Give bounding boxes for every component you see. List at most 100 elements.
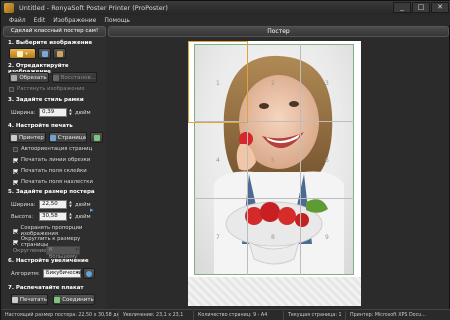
stretch-checkbox[interactable]: Растянуть изображение <box>9 86 85 92</box>
tile-number[interactable]: 4 <box>216 157 220 164</box>
section-print-title: 7. Распечатайте плакат <box>8 285 84 291</box>
page-setup-button[interactable]: Страница <box>49 132 87 143</box>
step-down-icon[interactable]: ▼ <box>68 204 73 208</box>
status-current-page: Текущая страница: 1 <box>284 310 346 320</box>
open-image-button[interactable]: ▾ <box>9 48 36 59</box>
link-arrow-icon[interactable]: ▸ <box>90 206 94 214</box>
stretch-checkbox-label: Растянуть изображение <box>17 86 85 92</box>
cut-lines-label: Печатать линии обрезки <box>21 157 91 163</box>
section-print-setup-title: 4. Настройте печать <box>8 123 73 129</box>
printer-button[interactable]: Принтер <box>9 132 46 143</box>
paste-button[interactable] <box>53 48 66 59</box>
section-poster-size-title: 5. Задайте размер постера <box>8 189 95 195</box>
menu-bar: Файл Edit Изображение Помощь <box>1 15 450 25</box>
cut-lines-checkbox[interactable]: Печатать линии обрезки <box>13 157 90 163</box>
algorithm-label: Алгоритм: <box>11 271 40 277</box>
unused-paper-area <box>188 277 361 306</box>
glue-margins-label: Печатать поля склейки <box>21 168 87 174</box>
join-button[interactable]: Соединить <box>53 294 95 305</box>
page-icon <box>50 134 56 141</box>
gallery-button[interactable] <box>38 48 51 59</box>
poster-height-label: Высота: <box>11 214 34 220</box>
tile-number[interactable]: 3 <box>325 80 329 87</box>
status-zoom: Увеличение: 23,1 x 23,1 <box>119 310 194 320</box>
section-select-image-title: 1. Выберите изображение <box>8 40 93 46</box>
join-label: Соединить <box>62 296 94 303</box>
glue-margins-box[interactable] <box>13 168 18 174</box>
tile-number[interactable]: 5 <box>271 157 275 164</box>
step-down-icon[interactable]: ▼ <box>68 112 73 116</box>
stretch-checkbox-box[interactable] <box>9 86 14 92</box>
poster-height-input[interactable]: 30,58 <box>39 212 67 221</box>
poster-panel: Постер 1 2 3 4 5 6 7 8 9 <box>108 26 449 309</box>
poster-width-stepper[interactable]: ▲ ▼ <box>68 200 73 209</box>
section-frame-title: 3. Задайте стиль рамки <box>8 97 84 103</box>
tile-number[interactable]: 2 <box>271 80 275 87</box>
overlap-margins-checkbox[interactable]: Печатать поля нахлестки <box>13 179 93 185</box>
rounding-select[interactable]: К большему <box>46 246 80 260</box>
cut-lines-box[interactable] <box>13 157 18 163</box>
slogan-banner: Сделай классный постер сам! <box>3 26 106 37</box>
printer-icon <box>11 134 18 141</box>
tile-number[interactable]: 1 <box>216 80 220 87</box>
tile-number[interactable]: 6 <box>325 157 329 164</box>
tile-number[interactable]: 8 <box>271 234 275 241</box>
round-to-page-box[interactable] <box>13 239 18 245</box>
print-button[interactable]: Печатать <box>11 294 48 305</box>
algorithm-select[interactable]: Бикубический <box>43 269 86 278</box>
menu-help[interactable]: Помощь <box>104 17 130 24</box>
frame-width-input[interactable]: 0,39 <box>39 108 67 117</box>
join-icon <box>54 296 61 303</box>
print-settings-button[interactable] <box>90 132 103 143</box>
magnifier-icon <box>86 270 92 277</box>
clipboard-icon <box>56 50 63 57</box>
printer-label: Принтер <box>19 134 44 141</box>
auto-orientation-box[interactable] <box>13 146 18 152</box>
restore-label: Восстанов... <box>60 74 96 81</box>
print-label: Печатать <box>19 296 47 303</box>
frame-unit-label: дюйм <box>75 110 91 116</box>
overlap-margins-box[interactable] <box>13 179 18 185</box>
restore-button[interactable]: Восстанов... <box>52 72 97 83</box>
picture-icon <box>41 50 48 57</box>
crop-button[interactable]: Обрезать <box>9 72 49 83</box>
auto-orientation-checkbox[interactable]: Автоориентация страниц <box>13 146 92 152</box>
main-window: Untitled - RonyaSoft Poster Printer (Pro… <box>0 0 450 320</box>
minimize-button[interactable]: _ <box>393 2 411 13</box>
cut-line-horizontal <box>194 198 354 199</box>
tile-number[interactable]: 7 <box>216 234 220 241</box>
page-setup-label: Страница <box>57 134 86 141</box>
poster-panel-title: Постер <box>108 26 449 37</box>
window-title: Untitled - RonyaSoft Poster Printer (Pro… <box>19 4 168 12</box>
printer-icon <box>12 296 18 303</box>
status-page-count: Количество страниц: 9 - A4 <box>194 310 284 320</box>
frame-width-label: Ширина: <box>11 110 36 116</box>
dropdown-arrow-icon: ▾ <box>25 50 28 57</box>
poster-height-unit: дюйм <box>75 214 91 220</box>
preview-zoom-button[interactable] <box>83 268 95 279</box>
glue-margins-checkbox[interactable]: Печатать поля склейки <box>13 168 87 174</box>
auto-orientation-label: Автоориентация страниц <box>21 146 93 152</box>
status-bar: Настоящий размер постера: 22,50 x 30,58 … <box>1 309 450 320</box>
tile-number[interactable]: 9 <box>325 234 329 241</box>
restore-icon <box>53 74 59 81</box>
frame-width-stepper[interactable]: ▲ ▼ <box>68 108 73 117</box>
title-bar: Untitled - RonyaSoft Poster Printer (Pro… <box>1 1 450 15</box>
menu-image[interactable]: Изображение <box>53 17 96 24</box>
poster-width-input[interactable]: 22,50 <box>39 200 67 209</box>
crop-icon <box>11 74 18 81</box>
overlap-margins-label: Печатать поля нахлестки <box>21 179 93 185</box>
window-controls: _ □ ✕ <box>393 2 449 13</box>
settings-icon <box>93 134 100 141</box>
poster-canvas: 1 2 3 4 5 6 7 8 9 <box>108 38 449 309</box>
crop-label: Обрезать <box>19 74 47 81</box>
menu-file[interactable]: Файл <box>9 17 26 24</box>
close-button[interactable]: ✕ <box>431 2 449 13</box>
menu-edit[interactable]: Edit <box>34 17 46 24</box>
poster-height-stepper[interactable]: ▲ ▼ <box>68 212 73 221</box>
poster-width-label: Ширина: <box>11 202 36 208</box>
step-down-icon[interactable]: ▼ <box>68 216 73 220</box>
keep-proportions-box[interactable] <box>13 228 18 234</box>
status-printer: Принтер: Microsoft XPS Docu... <box>350 312 426 318</box>
maximize-button[interactable]: □ <box>412 2 430 13</box>
